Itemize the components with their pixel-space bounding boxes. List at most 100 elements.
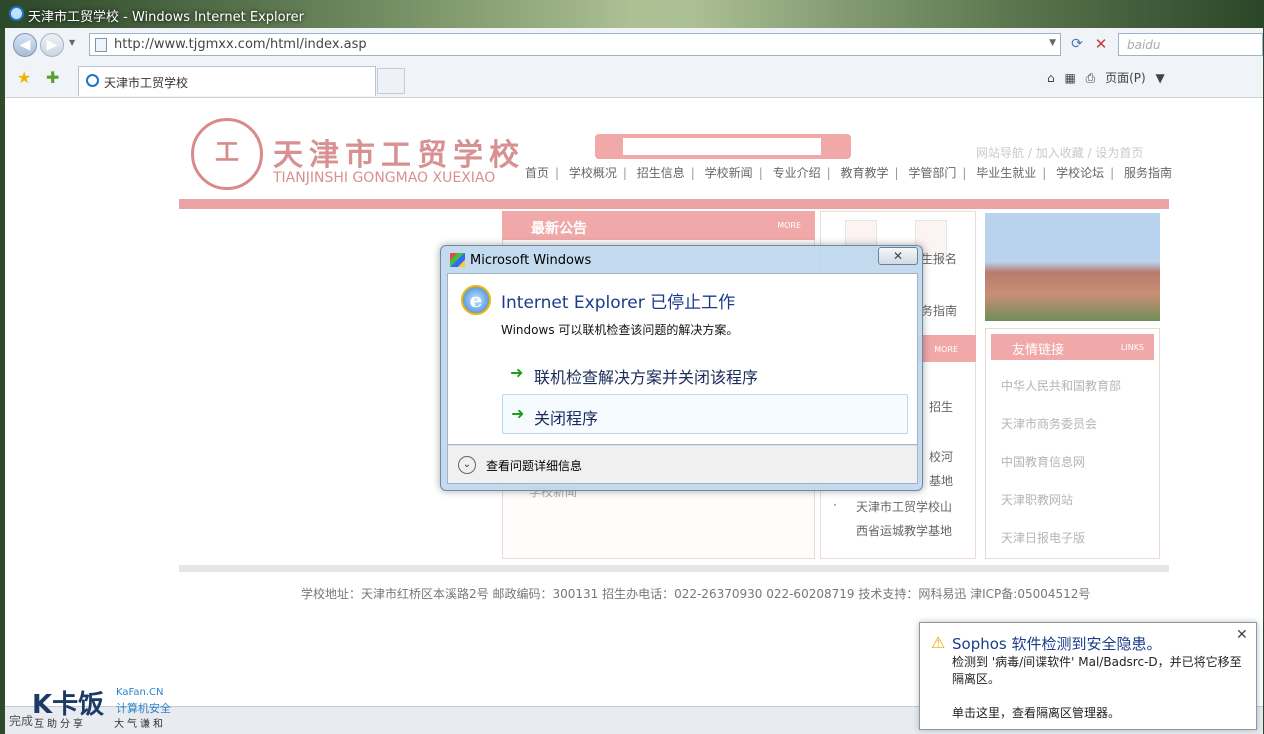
error-dialog: Microsoft Windows ✕ e Internet Explorer … (440, 245, 923, 491)
favorites-star-icon[interactable]: ★ (17, 68, 31, 87)
nav-departments[interactable]: 学管部门 (908, 166, 956, 180)
close-program-option[interactable]: ➜ 关闭程序 (502, 394, 908, 434)
site-name: 天津市工贸学校 (273, 138, 525, 173)
dialog-body: e Internet Explorer 已停止工作 Windows 可以联机检查… (447, 273, 918, 445)
home-icon[interactable]: ⌂ (1047, 71, 1055, 85)
links-title: 友情链接 (1012, 343, 1065, 358)
dialog-close-button[interactable]: ✕ (878, 247, 918, 265)
notice-header: 最新公告 MORE (502, 211, 815, 240)
link-item[interactable]: 天津市商务委员会 (1001, 415, 1097, 432)
dialog-footer: ⌄ 查看问题详细信息 (447, 445, 918, 484)
nav-teaching[interactable]: 教育教学 (840, 166, 888, 180)
site-footer: 学校地址：天津市红桥区本溪路2号 邮政编码：300131 招生办电话：022-2… (301, 587, 1091, 601)
notification-title: Sophos 软件检测到安全隐患。 (952, 635, 1162, 653)
page-menu-dropdown-icon[interactable]: ▼ (1156, 71, 1165, 85)
recent-pages-dropdown[interactable]: ▼ (69, 38, 75, 47)
school-logo: 工 (191, 118, 263, 190)
middle-more-link[interactable]: MORE (934, 345, 958, 354)
nav-majors[interactable]: 专业介绍 (773, 166, 821, 180)
kafan-slogan-right: 大气谦和 (114, 719, 166, 730)
notification-close-icon[interactable]: ✕ (1236, 627, 1248, 643)
link-item[interactable]: 中华人民共和国教育部 (1001, 377, 1121, 394)
tab-ie-icon (86, 74, 99, 87)
kafan-domain: KaFan.CN (116, 687, 164, 698)
mid-bullet: · (833, 498, 837, 512)
print-icon[interactable]: ⎙ (1086, 71, 1096, 85)
search-placeholder: baidu (1127, 38, 1161, 52)
green-arrow-icon: ➜ (510, 363, 524, 382)
nav-services[interactable]: 服务指南 (1124, 166, 1172, 180)
browser-tab[interactable]: 天津市工贸学校 (78, 66, 376, 96)
mid-text[interactable]: 西省运城教学基地 (856, 522, 952, 539)
site-search (595, 134, 851, 159)
links-panel (985, 328, 1160, 559)
header-divider (179, 199, 1169, 209)
notification-body: 检测到 '病毒/间谍软件' Mal/Badsrc-D，并已将它移至隔离区。 (952, 655, 1242, 686)
back-button[interactable]: ◀ (13, 33, 37, 57)
kafan-slogan-left: 互助分享 (34, 719, 86, 730)
command-bar: ⌂ ▦ ⎙ 页面(P) ▼ (1041, 69, 1165, 86)
mid-text[interactable]: 天津市工贸学校山 (856, 498, 952, 515)
site-search-input[interactable] (623, 138, 821, 155)
mid-text[interactable]: 招生 (929, 398, 953, 415)
site-pinyin: TIANJINSHI GONGMAO XUEXIAO (273, 170, 496, 186)
top-link-homepage[interactable]: 设为首页 (1095, 146, 1143, 160)
links-header: 友情链接 LINKS (991, 334, 1154, 360)
tab-title: 天津市工贸学校 (104, 76, 189, 90)
link-item[interactable]: 天津日报电子版 (1001, 529, 1085, 546)
nav-forum[interactable]: 学校论坛 (1056, 166, 1104, 180)
nav-news[interactable]: 学校新闻 (705, 166, 753, 180)
check-online-label: 联机检查解决方案并关闭该程序 (534, 368, 759, 387)
add-favorites-icon[interactable]: ✚ (46, 68, 59, 87)
dialog-heading: Internet Explorer 已停止工作 (501, 293, 736, 313)
address-url[interactable]: http://www.tjgmxx.com/html/index.asp (114, 37, 367, 52)
forward-button[interactable]: ▶ (40, 33, 64, 57)
nav-admissions[interactable]: 招生信息 (637, 166, 685, 180)
top-link-sitemap[interactable]: 网站导航 (976, 146, 1024, 160)
links-tag: LINKS (1120, 343, 1144, 352)
link-item[interactable]: 中国教育信息网 (1001, 453, 1085, 470)
windows-icon (450, 253, 465, 267)
top-link-bookmark[interactable]: 加入收藏 (1036, 146, 1084, 160)
kafan-subtitle: 计算机安全 (116, 702, 171, 715)
address-dropdown-icon[interactable]: ▼ (1049, 38, 1056, 48)
footer-divider (179, 565, 1169, 572)
sophos-notification[interactable]: ⚠ Sophos 软件检测到安全隐患。 ✕ 检测到 '病毒/间谍软件' Mal/… (919, 622, 1257, 730)
nav-overview[interactable]: 学校概况 (569, 166, 617, 180)
nav-employment[interactable]: 毕业生就业 (976, 166, 1036, 180)
view-details-link[interactable]: 查看问题详细信息 (486, 457, 582, 474)
stop-button[interactable]: ✕ (1089, 33, 1113, 56)
mid-text[interactable]: 基地 (929, 472, 953, 489)
link-item[interactable]: 天津职教网站 (1001, 491, 1073, 508)
mid-text[interactable]: 校河 (929, 448, 953, 465)
refresh-button[interactable]: ⟳ (1065, 33, 1089, 56)
feeds-icon[interactable]: ▦ (1064, 71, 1075, 85)
mid-label-registration[interactable]: 生报名 (921, 250, 957, 267)
check-online-option[interactable]: ➜ 联机检查解决方案并关闭该程序 (505, 359, 911, 389)
top-links: 网站导航 / 加入收藏 / 设为首页 (976, 146, 1144, 160)
kafan-watermark: K卡饭 KaFan.CN 计算机安全 互助分享 大气谦和 (32, 684, 174, 730)
mid-label-guide[interactable]: 务指南 (921, 302, 957, 319)
nav-home[interactable]: 首页 (525, 166, 549, 180)
chevron-down-icon[interactable]: ⌄ (458, 456, 476, 474)
quarantine-link[interactable]: 单击这里，查看隔离区管理器。 (952, 704, 1120, 721)
dialog-title: Microsoft Windows (470, 253, 592, 268)
notice-more-link[interactable]: MORE (777, 221, 801, 230)
page-icon (95, 38, 107, 52)
warning-icon: ⚠ (931, 633, 946, 652)
ie-icon (9, 6, 24, 21)
search-box[interactable]: baidu (1118, 33, 1263, 56)
window-titlebar[interactable]: 天津市工贸学校 - Windows Internet Explorer (0, 0, 1264, 28)
status-text: 完成 (9, 714, 34, 728)
window-title: 天津市工贸学校 - Windows Internet Explorer (28, 10, 304, 25)
close-program-label: 关闭程序 (534, 409, 599, 428)
green-arrow-icon: ➜ (511, 404, 525, 423)
new-tab-button[interactable] (377, 68, 405, 94)
address-bar[interactable]: http://www.tjgmxx.com/html/index.asp ▼ (89, 33, 1061, 56)
browser-toolbar: ◀ ▶ ▼ http://www.tjgmxx.com/html/index.a… (5, 28, 1263, 98)
notice-title: 最新公告 (531, 221, 587, 237)
page-menu[interactable]: 页面(P) (1105, 71, 1146, 85)
ie-logo-icon: e (461, 285, 491, 315)
main-nav: 首页 | 学校概况 | 招生信息 | 学校新闻 | 专业介绍 | 教育教学 | 学管部门 | … (525, 166, 1173, 180)
campus-photo (985, 213, 1160, 321)
